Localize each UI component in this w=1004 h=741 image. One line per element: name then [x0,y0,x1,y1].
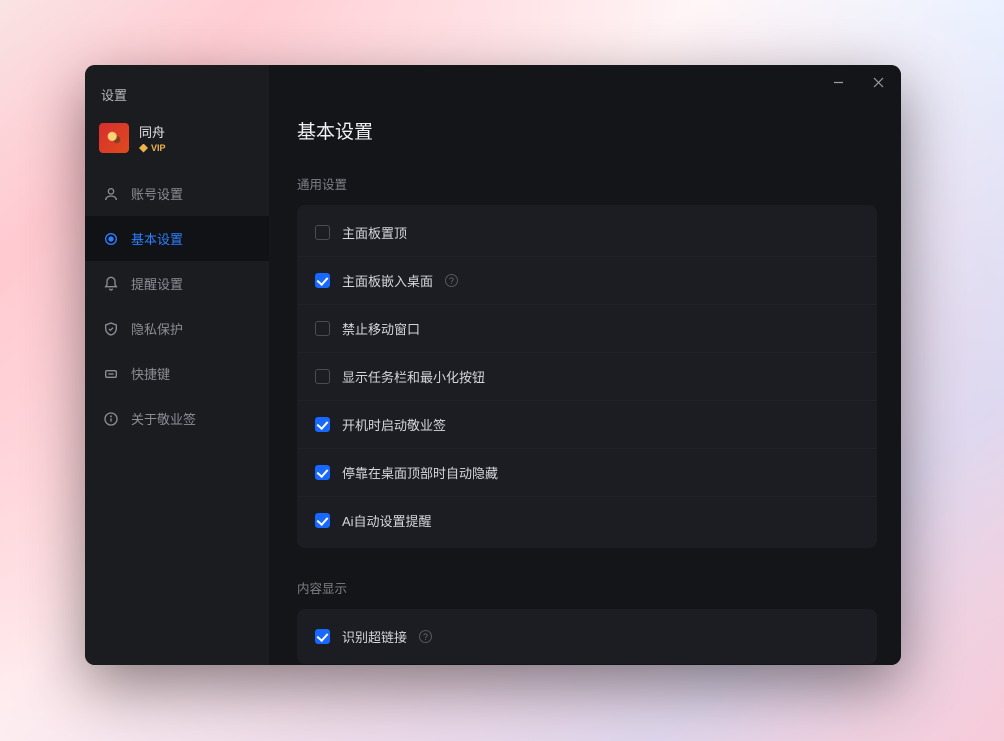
checkbox[interactable] [315,273,330,288]
avatar [99,123,129,153]
setting-label: 识别超链接 [342,627,407,646]
shield-icon [103,321,119,337]
window-title: 设置 [85,71,269,114]
setting-label: 禁止移动窗口 [342,319,420,338]
settings-window: 设置 同舟 VIP 账号设置 基本设置 [85,65,901,665]
sidebar-item-privacy[interactable]: 隐私保护 [85,306,269,351]
bell-icon [103,276,119,292]
checkbox[interactable] [315,417,330,432]
sidebar-item-label: 隐私保护 [131,319,183,338]
page-title: 基本设置 [297,99,877,168]
setting-label: 停靠在桌面顶部时自动隐藏 [342,463,498,482]
sidebar-item-label: 基本设置 [131,229,183,248]
sidebar-item-reminder[interactable]: 提醒设置 [85,261,269,306]
main: 基本设置 通用设置 主面板置顶 主面板嵌入桌面 ? 禁止移动窗口 [269,65,901,665]
setting-label: 主面板嵌入桌面 [342,271,433,290]
setting-row[interactable]: 开机时启动敬业签 [297,401,877,449]
info-icon [103,411,119,427]
sidebar-item-label: 关于敬业签 [131,409,196,428]
keyboard-icon [103,366,119,382]
sidebar-nav: 账号设置 基本设置 提醒设置 隐私保护 [85,171,269,441]
checkbox[interactable] [315,321,330,336]
sidebar-item-account[interactable]: 账号设置 [85,171,269,216]
username: 同舟 [139,122,166,141]
setting-row[interactable]: 识别超链接 ? [297,613,877,660]
setting-row[interactable]: 停靠在桌面顶部时自动隐藏 [297,449,877,497]
vip-badge: VIP [139,143,166,153]
checkbox[interactable] [315,225,330,240]
sidebar-item-about[interactable]: 关于敬业签 [85,396,269,441]
setting-row[interactable]: Ai自动设置提醒 [297,497,877,544]
checkbox[interactable] [315,513,330,528]
setting-row[interactable]: 主面板置顶 [297,209,877,257]
setting-row[interactable]: 禁止移动窗口 [297,305,877,353]
titlebar [269,65,901,99]
target-icon [103,231,119,247]
sidebar-item-label: 快捷键 [131,364,170,383]
help-icon[interactable]: ? [445,274,458,287]
sidebar-item-label: 账号设置 [131,184,183,203]
sidebar-item-basic[interactable]: 基本设置 [85,216,269,261]
setting-label: Ai自动设置提醒 [342,511,432,530]
checkbox[interactable] [315,465,330,480]
setting-label: 显示任务栏和最小化按钮 [342,367,485,386]
minimize-button[interactable] [821,68,855,96]
checkbox[interactable] [315,369,330,384]
content: 基本设置 通用设置 主面板置顶 主面板嵌入桌面 ? 禁止移动窗口 [269,99,901,665]
sidebar-item-label: 提醒设置 [131,274,183,293]
setting-row[interactable]: 显示任务栏和最小化按钮 [297,353,877,401]
checkbox[interactable] [315,629,330,644]
profile[interactable]: 同舟 VIP [85,114,269,171]
setting-label: 主面板置顶 [342,223,407,242]
setting-label: 开机时启动敬业签 [342,415,446,434]
help-icon[interactable]: ? [419,630,432,643]
setting-row[interactable]: 主面板嵌入桌面 ? [297,257,877,305]
section-label-general: 通用设置 [297,168,877,205]
sidebar-item-hotkey[interactable]: 快捷键 [85,351,269,396]
section-label-content: 内容显示 [297,572,877,609]
content-display-card: 识别超链接 ? [297,609,877,664]
user-icon [103,186,119,202]
sidebar: 设置 同舟 VIP 账号设置 基本设置 [85,65,269,665]
general-settings-card: 主面板置顶 主面板嵌入桌面 ? 禁止移动窗口 显示任务栏和最小化按钮 [297,205,877,548]
close-button[interactable] [861,68,895,96]
